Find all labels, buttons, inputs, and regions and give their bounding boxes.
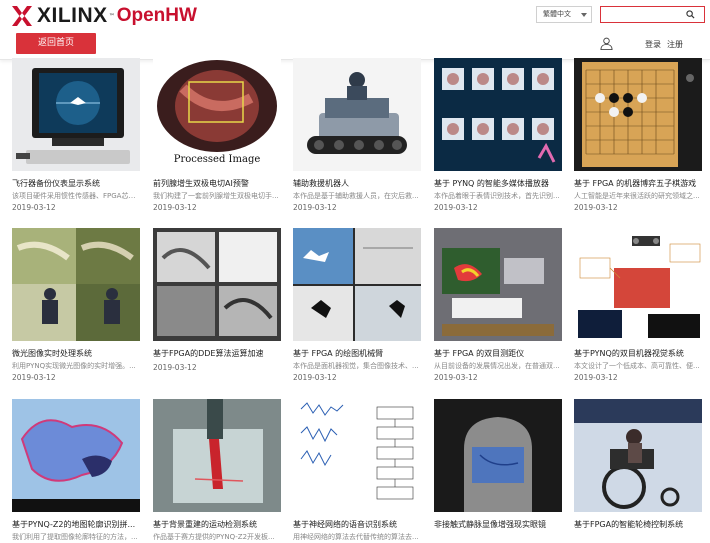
back-home-button[interactable]: 返回首页	[16, 33, 96, 54]
project-thumbnail[interactable]	[153, 399, 281, 512]
project-thumbnail[interactable]	[434, 58, 562, 171]
project-description: 本文设计了一个低成本、高可靠性、便...	[574, 362, 700, 370]
chevron-down-icon	[581, 13, 587, 17]
logo-subtitle: OpenHW	[116, 5, 197, 26]
project-title[interactable]: 基于PYNQ-Z2的地图轮廓识别拼...	[12, 519, 140, 530]
project-description: 本作品是基于辅助救援人员，在灾后救...	[293, 192, 419, 200]
project-card[interactable]: 基于 FPGA 的绘图机械臂 本作品是面机器视觉，集合图像技术、... 2019-0…	[293, 228, 421, 383]
project-thumbnail[interactable]: Processed Image	[153, 58, 281, 171]
language-select[interactable]: 繁體中文	[536, 6, 592, 23]
project-thumbnail[interactable]	[574, 58, 702, 171]
project-card[interactable]: 基于背景重建的运动检测系统作品基于赛方提供的PYNQ-Z2开发板...2019-…	[153, 399, 281, 543]
project-description: 作品基于赛方提供的PYNQ-Z2开发板...	[153, 533, 275, 541]
login-link[interactable]: 登录	[645, 39, 661, 50]
register-link[interactable]: 注册	[667, 39, 683, 50]
project-card[interactable]: 微光图像实时处理系统 利用PYNQ实现微光图像的实时增强。... 2019-03-1…	[12, 228, 140, 383]
project-thumbnail[interactable]	[293, 58, 421, 171]
project-thumbnail[interactable]	[12, 399, 140, 512]
project-thumbnail[interactable]	[574, 399, 702, 512]
project-date: 2019-03-12	[293, 373, 337, 382]
project-card[interactable]: 基于 FPGA 的双目测距仪 从目前设备的发展情况出发，在普通双... 2019-0…	[434, 228, 562, 383]
project-thumbnail[interactable]	[574, 228, 702, 341]
project-title[interactable]: 前列腺增生双极电切AI预警	[153, 178, 281, 189]
project-description: 用神经网络的算法去代替传统的算法去...	[293, 533, 419, 541]
project-description: 本作品是面机器视觉，集合图像技术、...	[293, 362, 419, 370]
project-card[interactable]: 基于神经网络的语音识别系统用神经网络的算法去代替传统的算法去...2019-03…	[293, 399, 421, 543]
project-description: 我们构建了一套前列腺增生双极电切手...	[153, 192, 279, 200]
project-title[interactable]: 辅助救援机器人	[293, 178, 421, 189]
project-date: 2019-03-12	[12, 373, 56, 382]
project-title[interactable]: 基于FPGA的DDE算法运算加速	[153, 348, 281, 359]
project-description: 从目前设备的发展情况出发，在普通双...	[434, 362, 560, 370]
project-thumbnail[interactable]	[434, 228, 562, 341]
project-title[interactable]: 基于FPGA的智能轮椅控制系统	[574, 519, 702, 530]
xilinx-logo[interactable]: XILINX ™ OpenHW	[12, 5, 197, 27]
project-date: 2019-03-12	[574, 373, 618, 382]
project-title[interactable]: 基于 PYNQ 的智能多媒体播放器	[434, 178, 562, 189]
project-title[interactable]: 基于 FPGA 的绘图机械臂	[293, 348, 421, 359]
project-card[interactable]: 基于PYNQ-Z2的地图轮廓识别拼... 我们利用了提取图像轮廓特征的方法，...…	[12, 399, 140, 543]
search-box	[600, 6, 705, 23]
search-input[interactable]	[601, 7, 685, 22]
project-card[interactable]: 非接触式静脉显像增强现实眼镜	[434, 399, 562, 534]
project-date: 2019-03-12	[293, 203, 337, 212]
project-card[interactable]: 基于 PYNQ 的智能多媒体播放器 本作品着眼于表情识别技术，首先识别... 201…	[434, 58, 562, 213]
project-description: 利用PYNQ实现微光图像的实时增强。...	[12, 362, 136, 370]
project-thumbnail[interactable]	[293, 228, 421, 341]
project-card[interactable]: 基于 FPGA 的机器博弈五子棋游戏 人工智能是近年来很活跃的研究领域之... 20…	[574, 58, 702, 213]
project-title[interactable]: 基于PYNQ的双目机器视觉系统	[574, 348, 702, 359]
xilinx-logo-icon	[12, 6, 32, 26]
user-icon[interactable]	[600, 37, 613, 50]
project-title[interactable]: 基于 FPGA 的双目测距仪	[434, 348, 562, 359]
project-title[interactable]: 微光图像实时处理系统	[12, 348, 140, 359]
project-date: 2019-03-12	[434, 203, 478, 212]
language-select-value: 繁體中文	[543, 10, 571, 18]
logo-text: XILINX	[37, 4, 108, 27]
auth-links: 登录 注册	[645, 39, 683, 50]
project-card[interactable]: 基于PYNQ的双目机器视觉系统 本文设计了一个低成本、高可靠性、便... 2019-…	[574, 228, 702, 383]
project-thumbnail[interactable]	[12, 228, 140, 341]
trademark-mark: ™	[108, 12, 115, 20]
project-thumbnail[interactable]	[434, 399, 562, 512]
project-date: 2019-03-12	[434, 373, 478, 382]
project-title[interactable]: 基于背景重建的运动检测系统	[153, 519, 281, 530]
project-card[interactable]: 辅助救援机器人 本作品是基于辅助救援人员，在灾后救... 2019-03-12	[293, 58, 421, 213]
project-description: 我们利用了提取图像轮廓特征的方法，...	[12, 533, 138, 541]
project-thumbnail[interactable]	[153, 228, 281, 341]
project-date: 2019-03-12	[12, 203, 56, 212]
svg-text:Processed Image: Processed Image	[174, 154, 261, 165]
project-thumbnail[interactable]	[293, 399, 421, 512]
project-card[interactable]: 基于FPGA的智能轮椅控制系统	[574, 399, 702, 534]
project-title[interactable]: 基于 FPGA 的机器博弈五子棋游戏	[574, 178, 702, 189]
project-card[interactable]: 飞行器备份仪表显示系统 该项目硬件采用惯性传感器、FPGA芯片... 2019-03…	[12, 58, 140, 213]
project-description: 本作品着眼于表情识别技术，首先识别...	[434, 192, 560, 200]
project-card[interactable]: Processed Image 前列腺增生双极电切AI预警 我们构建了一套前列腺增生…	[153, 58, 281, 213]
project-title[interactable]: 飞行器备份仪表显示系统	[12, 178, 140, 189]
project-card[interactable]: 基于FPGA的DDE算法运算加速 2019-03-12	[153, 228, 281, 373]
project-thumbnail[interactable]	[12, 58, 140, 171]
project-date: 2019-03-12	[153, 363, 197, 372]
project-description: 人工智能是近年来很活跃的研究领域之...	[574, 192, 700, 200]
project-date: 2019-03-12	[574, 203, 618, 212]
project-title[interactable]: 非接触式静脉显像增强现实眼镜	[434, 519, 562, 530]
project-title[interactable]: 基于神经网络的语音识别系统	[293, 519, 421, 530]
search-icon[interactable]	[686, 10, 695, 19]
site-header: XILINX ™ OpenHW 返回首页 繁體中文 登录 注册	[0, 0, 710, 60]
project-description: 该项目硬件采用惯性传感器、FPGA芯片...	[12, 192, 140, 200]
project-date: 2019-03-12	[153, 203, 197, 212]
